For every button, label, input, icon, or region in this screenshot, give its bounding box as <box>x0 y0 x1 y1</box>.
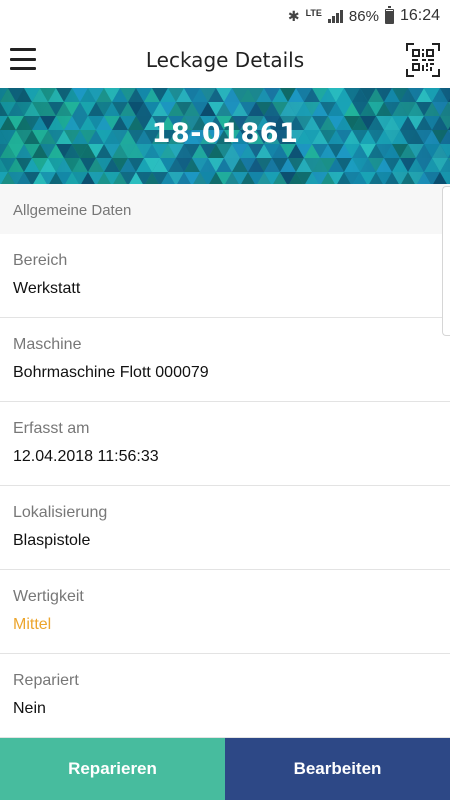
hamburger-menu-icon[interactable] <box>10 48 36 70</box>
status-bar: ✱ LTE 86% 16:24 <box>0 0 450 32</box>
repair-button[interactable]: Reparieren <box>0 738 225 800</box>
header-banner: 18-01861 <box>0 88 450 184</box>
field-value: Nein <box>13 700 46 717</box>
lte-icon: LTE <box>305 7 322 18</box>
field-value: Werkstatt <box>13 280 81 297</box>
action-bar: Reparieren Bearbeiten <box>0 738 450 800</box>
field-bereich: Bereich Werkstatt <box>0 234 450 318</box>
bluetooth-icon: ✱ <box>287 7 300 24</box>
leak-id-title: 18-01861 <box>151 118 299 149</box>
section-header: Allgemeine Daten <box>0 184 450 234</box>
field-label: Maschine <box>13 336 82 353</box>
field-label: Erfasst am <box>13 420 90 437</box>
field-value: Bohrmaschine Flott 000079 <box>13 364 209 381</box>
signal-icon <box>327 9 343 23</box>
field-value: Blaspistole <box>13 532 91 549</box>
field-repariert: Repariert Nein <box>0 654 450 738</box>
field-maschine: Maschine Bohrmaschine Flott 000079 <box>0 318 450 402</box>
battery-percent: 86% <box>348 7 379 25</box>
edit-button[interactable]: Bearbeiten <box>225 738 450 800</box>
scroll-indicator[interactable] <box>442 186 450 336</box>
page-title: Leckage Details <box>145 48 305 72</box>
field-lokalisierung: Lokalisierung Blaspistole <box>0 486 450 570</box>
battery-icon <box>384 5 394 24</box>
qr-code-icon[interactable] <box>406 43 440 77</box>
field-label: Bereich <box>13 252 68 269</box>
field-erfasst-am: Erfasst am 12.04.2018 11:56:33 <box>0 402 450 486</box>
app-bar: Leckage Details <box>0 32 450 88</box>
details-list[interactable]: Allgemeine Daten Bereich Werkstatt Masch… <box>0 184 450 738</box>
field-value: 12.04.2018 11:56:33 <box>13 448 159 465</box>
field-label: Wertigkeit <box>13 588 84 605</box>
field-wertigkeit: Wertigkeit Mittel <box>0 570 450 654</box>
field-label: Lokalisierung <box>13 504 108 521</box>
field-label: Repariert <box>13 672 79 689</box>
field-value: Mittel <box>13 616 52 633</box>
clock: 16:24 <box>399 7 440 24</box>
